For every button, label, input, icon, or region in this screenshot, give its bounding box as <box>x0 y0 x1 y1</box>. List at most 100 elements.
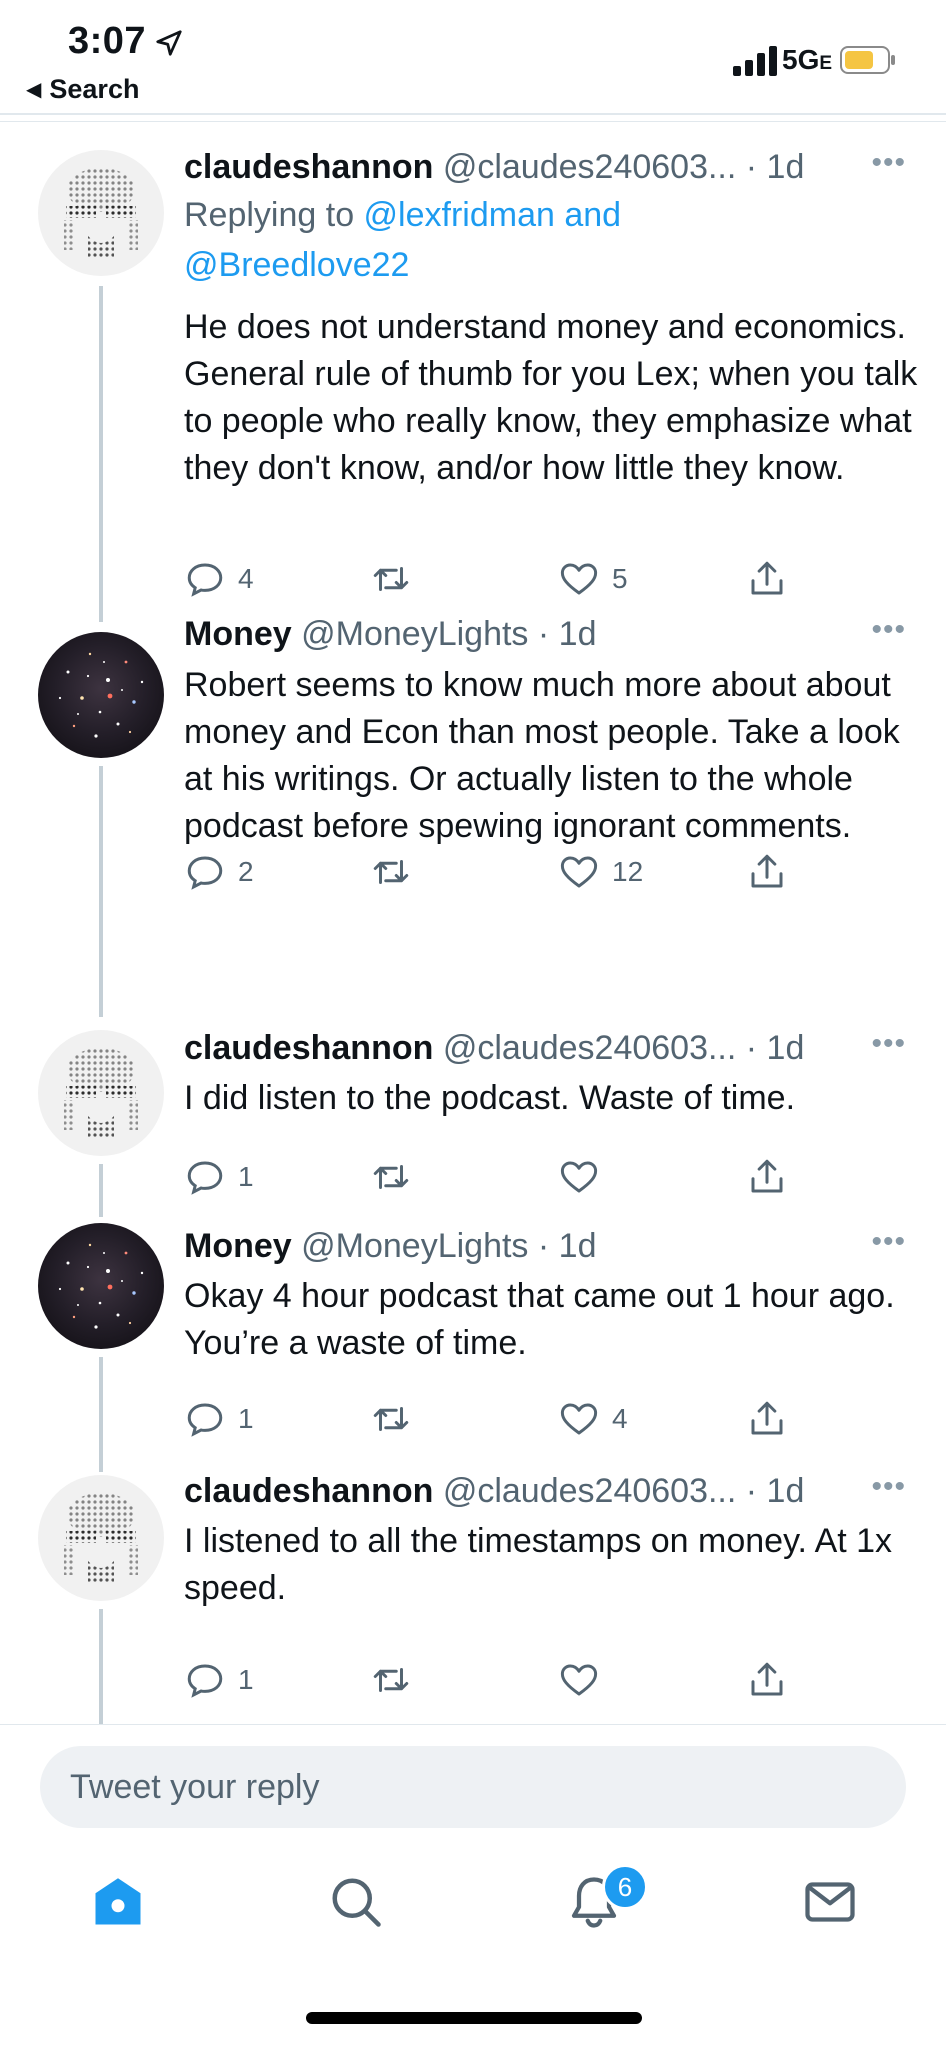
back-triangle-icon: ◀ <box>26 79 42 101</box>
tweet-header: claudeshannon @claudes240603... · 1d <box>184 1029 804 1068</box>
network-label: 5GE <box>782 44 832 76</box>
tweet-2[interactable]: Money @MoneyLights · 1d ••• Robert seems… <box>0 613 946 1017</box>
reply-button[interactable]: 1 <box>184 1658 254 1702</box>
user-handle[interactable]: @MoneyLights <box>301 615 528 653</box>
more-icon[interactable]: ••• <box>871 1027 906 1061</box>
reply-button[interactable]: 1 <box>184 1155 254 1199</box>
retweet-icon <box>373 1407 409 1431</box>
tab-home[interactable] <box>88 1872 148 1932</box>
display-name[interactable]: claudeshannon <box>184 1472 433 1510</box>
home-indicator[interactable] <box>306 2012 642 2024</box>
share-icon <box>751 854 783 888</box>
display-name[interactable]: claudeshannon <box>184 1029 433 1067</box>
retweet-button[interactable] <box>370 1397 412 1441</box>
more-icon[interactable]: ••• <box>871 1470 906 1504</box>
retweet-icon <box>373 1668 409 1692</box>
back-to-search-link[interactable]: ◀ Search <box>26 74 139 105</box>
reply-icon <box>187 856 223 890</box>
user-handle[interactable]: @claudes240603... <box>443 148 737 186</box>
like-button[interactable]: 4 <box>558 1397 628 1441</box>
thread-line <box>99 1357 103 1472</box>
tweet-reply-input[interactable]: Tweet your reply <box>40 1746 906 1828</box>
tweet-actions: 1 <box>184 1658 804 1702</box>
tab-search[interactable] <box>326 1872 386 1932</box>
thread-line <box>99 286 103 622</box>
thread-line <box>99 1164 103 1217</box>
user-handle[interactable]: @claudes240603... <box>443 1029 737 1067</box>
reply-button[interactable]: 4 <box>184 557 254 601</box>
reply-count: 1 <box>238 1161 254 1192</box>
display-name[interactable]: Money <box>184 1227 292 1265</box>
like-icon <box>560 1161 598 1193</box>
tab-messages[interactable] <box>800 1872 860 1932</box>
retweet-button[interactable] <box>370 1155 412 1199</box>
retweet-button[interactable] <box>370 1658 412 1702</box>
user-handle[interactable]: @MoneyLights <box>301 1227 528 1265</box>
like-button[interactable]: 5 <box>558 557 628 601</box>
tweet-time: · 1d <box>537 1227 597 1265</box>
notifications-badge: 6 <box>602 1864 648 1910</box>
status-bar: 3:07 ◀ Search 5GE <box>0 0 946 112</box>
home-icon <box>95 1878 141 1925</box>
like-icon <box>560 563 598 595</box>
claudeshannon-avatar-image <box>38 150 164 276</box>
display-name[interactable]: Money <box>184 615 292 653</box>
reply-icon <box>187 1161 223 1195</box>
thread-line <box>99 1609 103 1724</box>
tweet-5[interactable]: claudeshannon @claudes240603... · 1d •••… <box>0 1470 946 1724</box>
tweet-1[interactable]: claudeshannon @claudes240603... · 1d •••… <box>0 122 946 622</box>
avatar[interactable] <box>38 150 164 276</box>
tweet-thread: claudeshannon @claudes240603... · 1d •••… <box>0 122 946 1724</box>
network-suffix: E <box>819 53 833 74</box>
like-button[interactable] <box>558 1658 612 1702</box>
like-icon <box>560 1403 598 1435</box>
share-button[interactable] <box>746 557 788 601</box>
more-icon[interactable]: ••• <box>871 613 906 647</box>
tweet-text: I did listen to the podcast. Waste of ti… <box>184 1079 796 1117</box>
status-time: 3:07 <box>68 20 147 62</box>
display-name[interactable]: claudeshannon <box>184 148 433 186</box>
reply-icon <box>187 1664 223 1698</box>
avatar[interactable] <box>38 1475 164 1601</box>
like-icon <box>560 1664 598 1696</box>
share-button[interactable] <box>746 1155 788 1199</box>
tweet-text: Okay 4 hour podcast that came out 1 hour… <box>184 1277 895 1362</box>
retweet-icon <box>373 567 409 591</box>
like-count: 5 <box>612 563 628 594</box>
tweet-time: · 1d <box>745 1472 805 1510</box>
avatar[interactable] <box>38 632 164 758</box>
back-label: Search <box>49 74 140 104</box>
reply-count: 4 <box>238 563 254 594</box>
avatar[interactable] <box>38 1030 164 1156</box>
like-count: 4 <box>612 1403 628 1434</box>
share-button[interactable] <box>746 1658 788 1702</box>
tweet-header: claudeshannon @claudes240603... · 1d <box>184 1472 804 1511</box>
mention-link[interactable]: @lexfridman and <box>364 196 622 234</box>
reply-icon <box>187 563 223 597</box>
reply-button[interactable]: 2 <box>184 850 254 894</box>
tweet-actions: 1 <box>184 1155 804 1199</box>
tweet-3[interactable]: claudeshannon @claudes240603... · 1d •••… <box>0 1017 946 1217</box>
user-handle[interactable]: @claudes240603... <box>443 1472 737 1510</box>
network-type: 5G <box>782 44 820 75</box>
like-button[interactable]: 12 <box>558 850 643 894</box>
signal-icon <box>733 46 777 76</box>
tweet-text: Robert seems to know much more about abo… <box>184 666 900 845</box>
tweet-4[interactable]: Money @MoneyLights · 1d ••• Okay 4 hour … <box>0 1217 946 1472</box>
tweet-actions: 4 5 <box>184 557 804 601</box>
retweet-button[interactable] <box>370 850 412 894</box>
share-icon <box>751 1159 783 1193</box>
like-icon <box>560 856 598 888</box>
share-button[interactable] <box>746 850 788 894</box>
retweet-icon <box>373 860 409 884</box>
avatar[interactable] <box>38 1223 164 1349</box>
retweet-button[interactable] <box>370 557 412 601</box>
more-icon[interactable]: ••• <box>871 146 906 180</box>
reply-button[interactable]: 1 <box>184 1397 254 1441</box>
mention-link[interactable]: @Breedlove22 <box>184 246 409 284</box>
search-icon <box>332 1878 381 1927</box>
share-button[interactable] <box>746 1397 788 1441</box>
like-button[interactable] <box>558 1155 612 1199</box>
tweet-text: I listened to all the timestamps on mone… <box>184 1522 893 1607</box>
more-icon[interactable]: ••• <box>871 1225 906 1259</box>
